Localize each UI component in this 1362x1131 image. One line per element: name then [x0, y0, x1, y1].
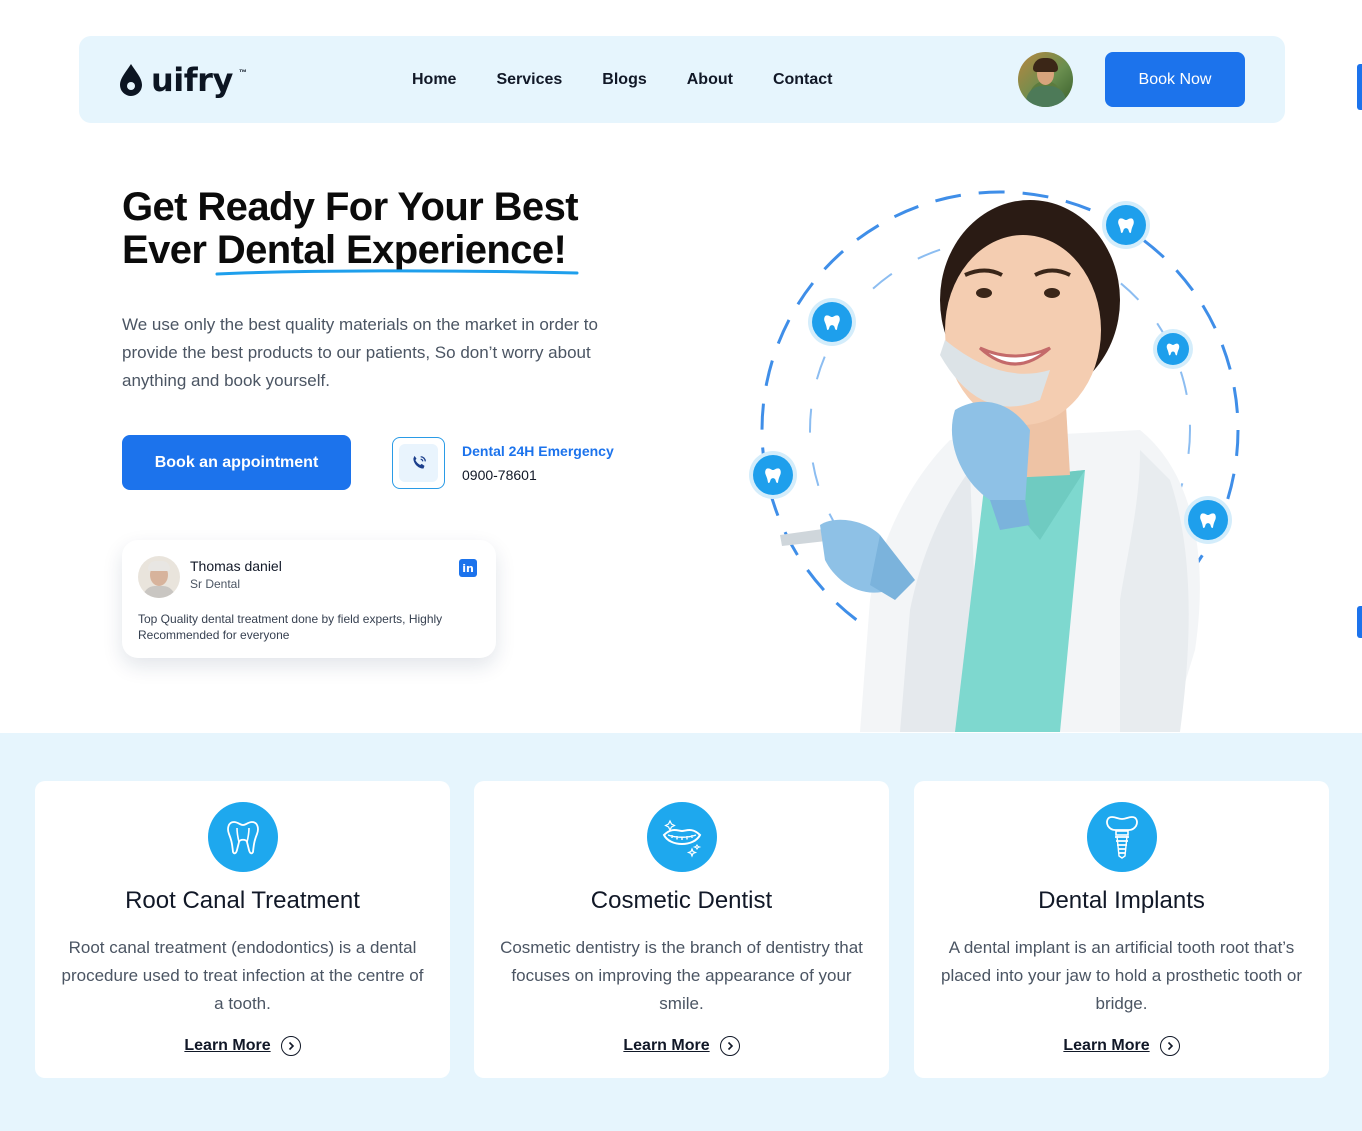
user-avatar[interactable]	[1018, 52, 1073, 107]
chevron-right-icon[interactable]	[719, 1036, 740, 1056]
chevron-right-icon[interactable]	[280, 1036, 301, 1056]
service-card-cosmetic: Cosmetic Dentist Cosmetic dentistry is t…	[474, 781, 889, 1078]
nav-contact[interactable]: Contact	[773, 70, 833, 90]
service-card-root-canal: Root Canal Treatment Root canal treatmen…	[35, 781, 450, 1078]
dentist-photo	[760, 190, 1240, 732]
tooth-badge-icon	[1157, 333, 1189, 365]
service-title: Dental Implants	[1038, 887, 1205, 914]
dental-implant-icon	[1087, 802, 1157, 872]
reviewer-role: Sr Dental	[190, 577, 241, 591]
learn-more-text[interactable]: Learn More	[1063, 1037, 1149, 1055]
emergency-call-button[interactable]	[392, 437, 445, 489]
testimonial-card: Thomas daniel Sr Dental in Top Quality d…	[122, 540, 496, 658]
smile-icon	[647, 802, 717, 872]
underline-swoosh	[215, 269, 579, 276]
reviewer-name: Thomas daniel	[190, 558, 282, 574]
services-section: Root Canal Treatment Root canal treatmen…	[0, 733, 1362, 1131]
logo-drop-icon	[120, 64, 142, 96]
hero-title-highlight-text: Dental Experience!	[216, 228, 567, 272]
linkedin-icon[interactable]: in	[459, 559, 477, 577]
service-card-implants: Dental Implants A dental implant is an a…	[914, 781, 1329, 1078]
learn-more-link[interactable]: Learn More	[914, 1036, 1329, 1056]
service-description: Root canal treatment (endodontics) is a …	[61, 938, 424, 1013]
logo-trademark: ™	[238, 67, 247, 77]
tooth-root-icon	[208, 802, 278, 872]
tooth-badge-icon	[753, 455, 793, 495]
dentist-illustration	[740, 180, 1260, 732]
hero-title: Get Ready For Your Best Ever Dental Expe…	[122, 185, 682, 276]
book-now-button[interactable]: Book Now	[1105, 52, 1245, 107]
edge-tab-bottom	[1357, 606, 1362, 638]
learn-more-text[interactable]: Learn More	[184, 1037, 270, 1055]
logo-text: uifry	[151, 61, 233, 99]
learn-more-link[interactable]: Learn More	[474, 1036, 889, 1056]
reviewer-avatar	[138, 556, 180, 598]
service-title: Cosmetic Dentist	[590, 887, 773, 914]
learn-more-text[interactable]: Learn More	[623, 1037, 709, 1055]
emergency-phone[interactable]: 0900-78601	[462, 467, 537, 483]
learn-more-link[interactable]: Learn More	[35, 1036, 450, 1056]
hero-title-line1: Get Ready For Your Best	[122, 185, 579, 229]
emergency-label: Dental 24H Emergency	[462, 443, 614, 459]
nav-home[interactable]: Home	[412, 70, 456, 90]
header-bar: uifry ™ Home Services Blogs About Contac…	[79, 36, 1285, 123]
testimonial-text: Top Quality dental treatment done by fie…	[138, 612, 443, 642]
logo[interactable]: uifry ™	[117, 60, 247, 100]
tooth-badge-icon	[1106, 205, 1146, 245]
service-description: Cosmetic dentistry is the branch of dent…	[500, 938, 863, 1013]
main-nav: Home Services Blogs About Contact	[412, 70, 833, 90]
book-appointment-button[interactable]: Book an appointment	[122, 435, 351, 490]
nav-about[interactable]: About	[687, 70, 733, 90]
tooth-badge-icon	[1188, 500, 1228, 540]
service-title: Root Canal Treatment	[125, 887, 360, 914]
hero-description: We use only the best quality materials o…	[122, 315, 598, 390]
hero-title-prefix: Ever	[122, 228, 217, 272]
service-description: A dental implant is an artificial tooth …	[941, 938, 1302, 1013]
nav-blogs[interactable]: Blogs	[602, 70, 646, 90]
chevron-right-icon[interactable]	[1159, 1036, 1180, 1056]
phone-call-icon	[412, 455, 426, 469]
nav-services[interactable]: Services	[496, 70, 562, 90]
edge-tab-top	[1357, 64, 1362, 110]
tooth-badge-icon	[812, 302, 852, 342]
hero-title-highlight: Dental Experience!	[215, 228, 579, 276]
